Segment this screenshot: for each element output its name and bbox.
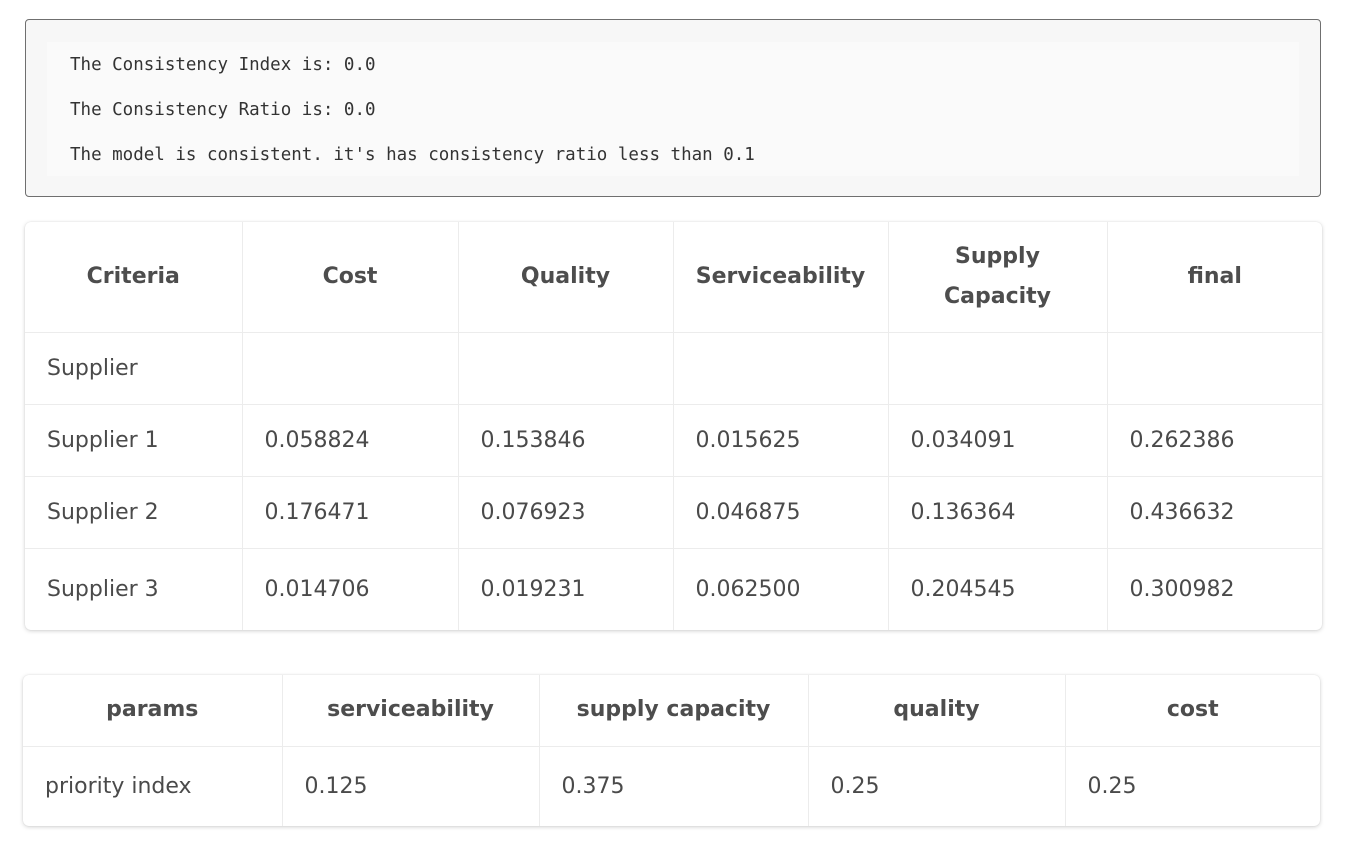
table-cell: 0.262386 [1107,404,1322,477]
row-label-supplier-3: Supplier 3 [25,548,243,630]
column-header-final: final [1107,222,1322,333]
table-cell: 0.076923 [458,476,674,549]
consistency-ratio-line: The Consistency Ratio is: 0.0 [70,100,376,120]
table-cell: 0.436632 [1107,476,1322,549]
table-cell: 0.375 [539,746,809,826]
table-cell [1107,332,1322,405]
table-row: Supplier 2 0.176471 0.076923 0.046875 0.… [25,476,1322,549]
row-label-supplier-2: Supplier 2 [25,476,243,549]
consistency-index-line: The Consistency Index is: 0.0 [70,55,376,75]
table-cell: 0.25 [808,746,1066,826]
table-cell: 0.176471 [242,476,459,549]
table-cell: 0.019231 [458,548,674,630]
column-header-supply-capacity: supply capacity [539,675,809,747]
table-cell: 0.25 [1087,773,1137,799]
table-cell: 0.136364 [888,476,1108,549]
column-header-quality: Quality [458,222,674,333]
supplier-weights-card: Criteria Cost Quality Serviceability Sup… [25,222,1322,630]
consistency-output-box: The Consistency Index is: 0.0 The Consis… [25,19,1321,197]
table-cell: 0.153846 [458,404,674,477]
row-label-supplier: Supplier [25,332,243,405]
table-row: Supplier [25,332,1322,405]
table-cell: 0.014706 [242,548,459,630]
table-cell: 0.300982 [1129,576,1235,602]
column-header-supply-capacity: Supply Capacity [888,222,1108,333]
table-cell [458,332,674,405]
table-cell: 0.015625 [673,404,889,477]
table-cell: 0.046875 [673,476,889,549]
column-header-quality: quality [808,675,1066,747]
table-cell: 0.058824 [242,404,459,477]
column-header-cost: Cost [242,222,459,333]
column-header-params: params [23,675,283,747]
column-header-criteria: Criteria [25,222,243,333]
table-row: Supplier 1 0.058824 0.153846 0.015625 0.… [25,404,1322,477]
table-header-row: params serviceability supply capacity qu… [23,675,1320,747]
row-label-priority-index: priority index [23,746,283,826]
priority-index-table: params serviceability supply capacity qu… [23,675,1320,826]
priority-index-card: params serviceability supply capacity qu… [23,675,1320,826]
column-header-serviceability: Serviceability [673,222,889,333]
table-cell [673,332,889,405]
table-cell: 0.062500 [673,548,889,630]
table-cell [888,332,1108,405]
consistency-verdict-line: The model is consistent. it's has consis… [70,145,755,165]
consistency-output-content: The Consistency Index is: 0.0 The Consis… [47,42,1299,176]
column-header-serviceability: serviceability [282,675,540,747]
table-cell [242,332,459,405]
supplier-weights-table: Criteria Cost Quality Serviceability Sup… [25,222,1322,630]
table-row: priority index 0.125 0.375 0.25 0.25 [23,746,1320,826]
table-cell: 0.125 [282,746,540,826]
row-label-supplier-1: Supplier 1 [25,404,243,477]
table-cell: 0.034091 [888,404,1108,477]
table-cell: 0.204545 [888,548,1108,630]
table-header-row: Criteria Cost Quality Serviceability Sup… [25,222,1322,333]
table-row: Supplier 3 0.014706 0.019231 0.062500 0.… [25,548,1322,630]
column-header-cost: cost [1065,675,1320,747]
